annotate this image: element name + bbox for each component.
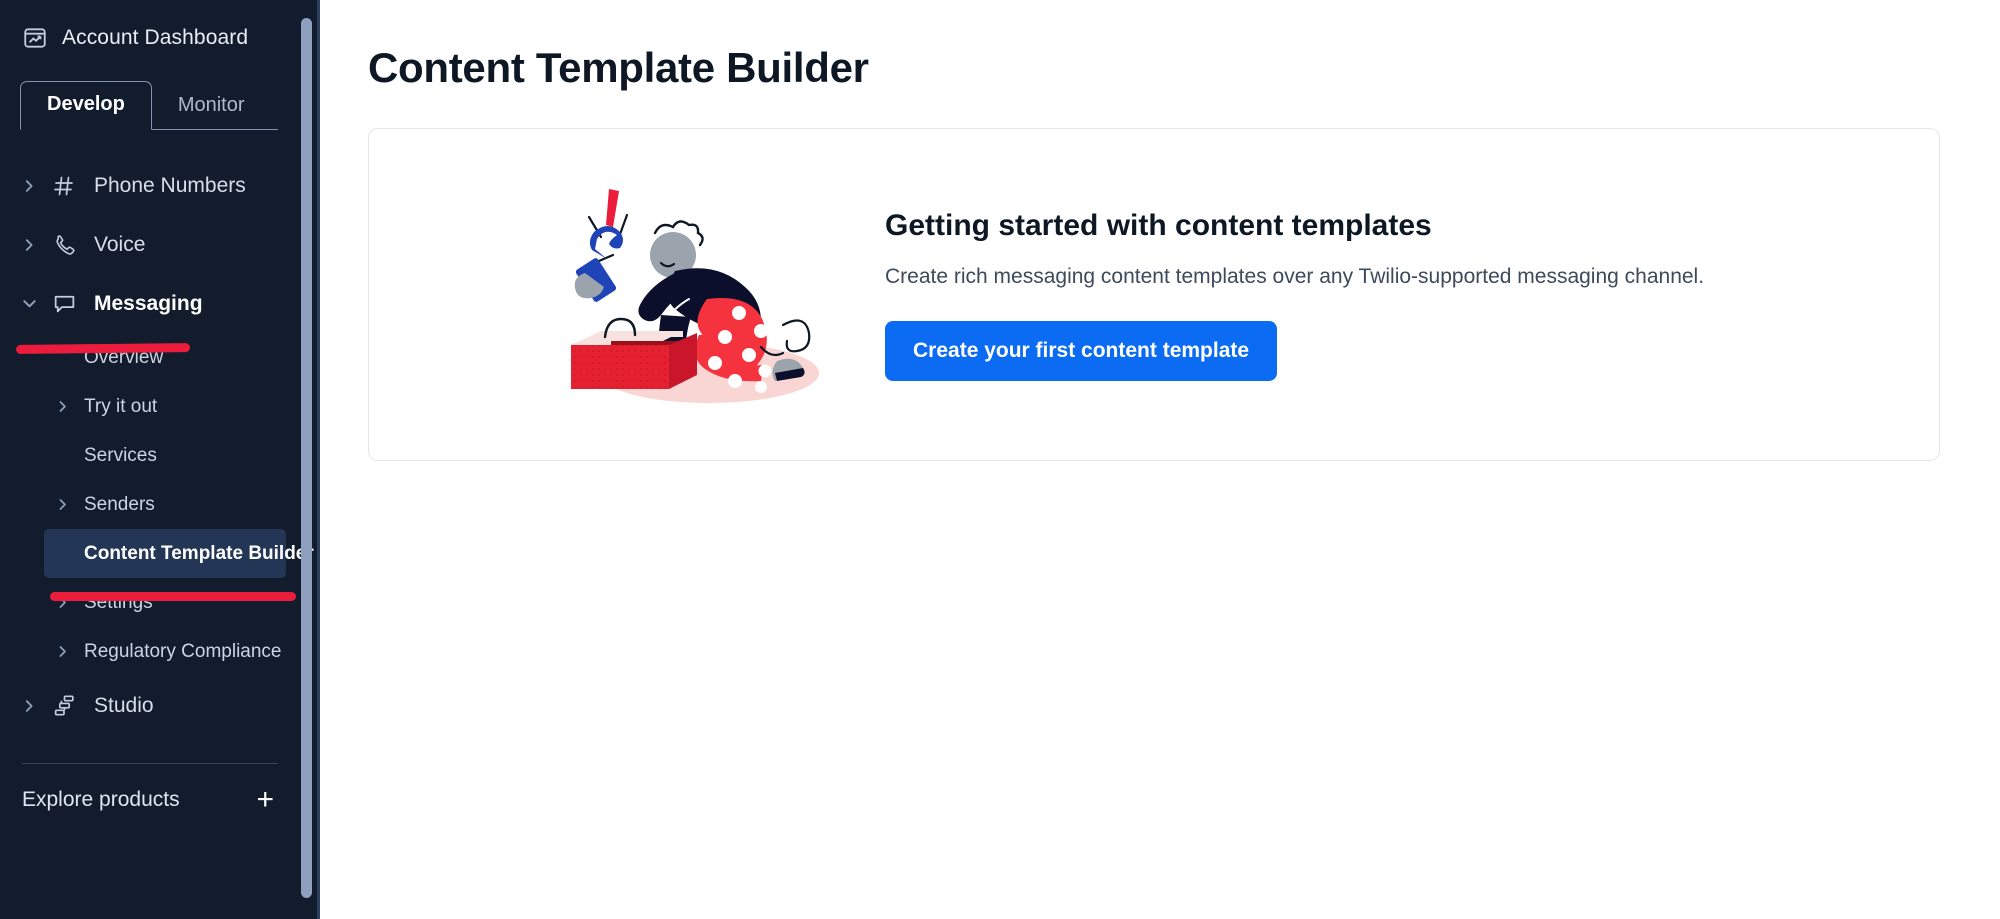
sidebar-item-settings-label: Settings bbox=[84, 591, 153, 613]
chevron-right-icon bbox=[56, 498, 80, 511]
person-with-wrench-toolbox-illustration bbox=[549, 175, 829, 415]
sidebar-item-messaging-label: Messaging bbox=[94, 291, 203, 315]
chevron-right-icon bbox=[56, 596, 80, 609]
explore-products-button[interactable]: Explore products + bbox=[0, 764, 300, 836]
sidebar-item-try-it-out[interactable]: Try it out bbox=[44, 382, 286, 431]
card-text-block: Getting started with content templates C… bbox=[885, 209, 1899, 381]
sidebar: Account Dashboard Develop Monitor Phone … bbox=[0, 0, 320, 919]
phone-icon bbox=[52, 233, 82, 257]
sidebar-tabs: Develop Monitor bbox=[0, 76, 300, 130]
sidebar-item-regulatory-compliance-label: Regulatory Compliance bbox=[84, 640, 282, 662]
sidebar-content: Account Dashboard Develop Monitor Phone … bbox=[0, 0, 314, 919]
plus-icon[interactable]: + bbox=[256, 785, 274, 815]
sidebar-item-services-label: Services bbox=[84, 444, 157, 466]
sidebar-item-senders-label: Senders bbox=[84, 493, 155, 515]
explore-products-label: Explore products bbox=[22, 788, 180, 811]
chevron-right-icon bbox=[22, 238, 44, 252]
sidebar-item-content-template-builder-label: Content Template Builder bbox=[84, 542, 314, 564]
create-first-content-template-button[interactable]: Create your first content template bbox=[885, 320, 1278, 381]
sidebar-item-phone-numbers[interactable]: Phone Numbers bbox=[0, 156, 300, 215]
chevron-right-icon bbox=[22, 179, 44, 193]
hash-icon bbox=[52, 174, 82, 198]
sidebar-item-overview[interactable]: Overview bbox=[44, 333, 286, 382]
sidebar-edge bbox=[317, 0, 320, 919]
card-heading: Getting started with content templates bbox=[885, 208, 1432, 242]
getting-started-card: Getting started with content templates C… bbox=[368, 128, 1940, 461]
account-dashboard-label: Account Dashboard bbox=[62, 26, 249, 49]
dashboard-icon bbox=[22, 25, 48, 51]
sidebar-nav: Phone Numbers Voice Messaging Overview T… bbox=[0, 130, 314, 836]
sidebar-item-voice[interactable]: Voice bbox=[0, 215, 300, 274]
sidebar-item-services[interactable]: Services bbox=[44, 431, 286, 480]
sidebar-item-content-template-builder[interactable]: Content Template Builder bbox=[44, 529, 314, 578]
sidebar-item-studio-label: Studio bbox=[94, 693, 154, 717]
chevron-right-icon bbox=[22, 699, 44, 713]
tab-monitor[interactable]: Monitor bbox=[152, 83, 271, 130]
tab-develop[interactable]: Develop bbox=[20, 81, 152, 130]
sidebar-scrollbar-thumb[interactable] bbox=[301, 18, 312, 898]
page-title: Content Template Builder bbox=[368, 44, 869, 91]
studio-icon bbox=[52, 693, 82, 718]
main-content: Content Template Builder Getting started… bbox=[320, 0, 2000, 919]
sidebar-item-regulatory-compliance[interactable]: Regulatory Compliance bbox=[44, 627, 286, 676]
sidebar-item-studio[interactable]: Studio bbox=[0, 676, 300, 735]
sidebar-item-try-it-out-label: Try it out bbox=[84, 395, 158, 417]
sidebar-item-overview-label: Overview bbox=[84, 346, 164, 368]
sidebar-item-messaging[interactable]: Messaging bbox=[0, 274, 300, 333]
sidebar-item-phone-numbers-label: Phone Numbers bbox=[94, 173, 246, 197]
sidebar-item-voice-label: Voice bbox=[94, 232, 146, 256]
account-dashboard-link[interactable]: Account Dashboard bbox=[0, 0, 300, 76]
chat-bubble-icon bbox=[52, 291, 82, 316]
sidebar-item-senders[interactable]: Senders bbox=[44, 480, 286, 529]
sidebar-item-settings[interactable]: Settings bbox=[44, 578, 286, 627]
chevron-right-icon bbox=[56, 645, 80, 658]
card-description: Create rich messaging content templates … bbox=[885, 264, 1705, 288]
app-root: Account Dashboard Develop Monitor Phone … bbox=[0, 0, 2000, 919]
chevron-right-icon bbox=[56, 400, 80, 413]
chevron-down-icon bbox=[22, 296, 44, 311]
